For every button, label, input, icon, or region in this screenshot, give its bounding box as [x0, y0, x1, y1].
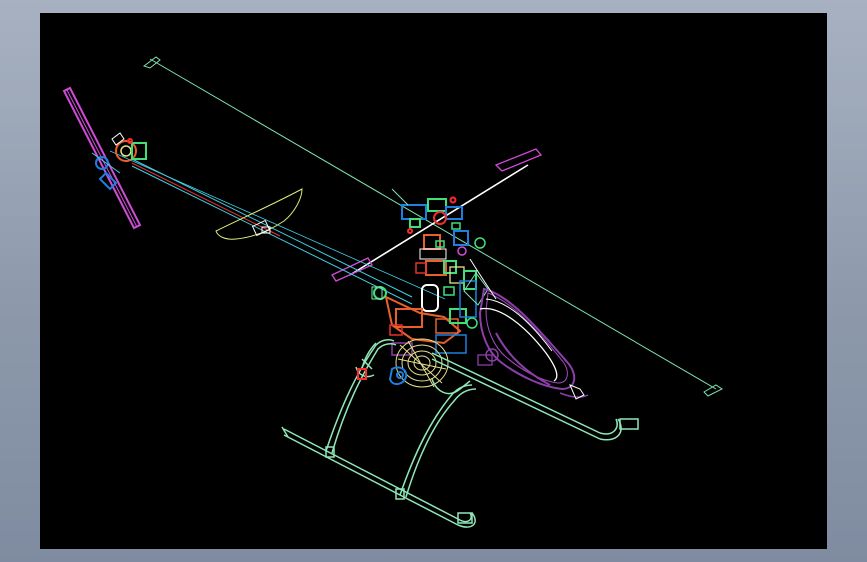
frame [371, 272, 489, 356]
engine-exhaust [388, 366, 408, 385]
fin-mount [251, 219, 271, 237]
main-rotor-blade [142, 56, 723, 397]
cad-viewport[interactable] [40, 13, 827, 549]
helicopter-drawing [62, 56, 723, 528]
tail-boom [109, 150, 446, 305]
landing-skids [281, 339, 639, 528]
